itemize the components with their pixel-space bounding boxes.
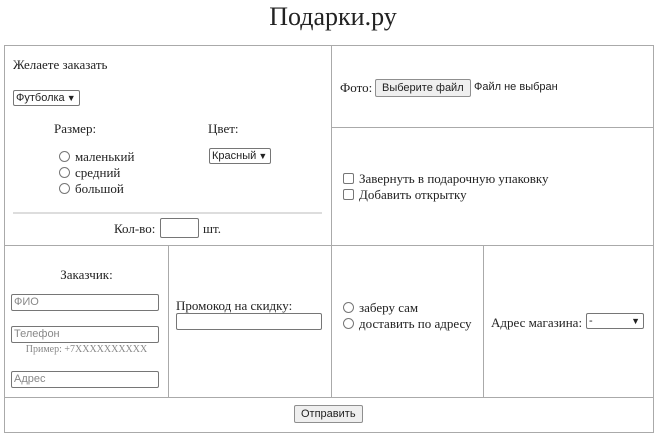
delivery-label: доставить по адресу xyxy=(359,316,472,331)
submit-button[interactable]: Отправить xyxy=(294,405,363,423)
qty-input[interactable] xyxy=(160,218,199,238)
order-cell xyxy=(4,45,332,246)
divider xyxy=(13,212,322,214)
card-label: Добавить открытку xyxy=(359,187,467,202)
phone-hint: Пример: +7XXXXXXXXXX xyxy=(25,344,148,355)
pickup-radio[interactable] xyxy=(343,302,354,313)
size-radio-medium[interactable] xyxy=(59,167,70,178)
size-option-label: средний xyxy=(75,165,121,180)
card-checkbox[interactable] xyxy=(343,189,354,200)
page-title: Подарки.ру xyxy=(269,2,397,31)
product-select[interactable]: Футболка ▼ xyxy=(13,90,80,106)
file-status: Файл не выбран xyxy=(474,81,558,93)
promo-label: Промокод на скидку: xyxy=(176,298,293,313)
size-option-label: маленький xyxy=(75,149,135,164)
store-select[interactable]: - ▼ xyxy=(586,313,644,329)
qty-label: Кол-во: xyxy=(114,221,156,236)
chevron-down-icon: ▼ xyxy=(66,93,76,103)
chevron-down-icon: ▼ xyxy=(258,151,268,161)
color-label: Цвет: xyxy=(208,121,239,136)
size-radio-small[interactable] xyxy=(59,151,70,162)
gift-wrap-label: Завернуть в подарочную упаковку xyxy=(359,171,549,186)
name-input[interactable]: ФИО xyxy=(11,294,159,311)
product-select-value: Футболка xyxy=(16,92,65,104)
promo-input[interactable] xyxy=(176,313,322,330)
gift-wrap-checkbox[interactable] xyxy=(343,173,354,184)
address-input[interactable]: Адрес xyxy=(11,371,159,388)
delivery-radio[interactable] xyxy=(343,318,354,329)
size-radio-large[interactable] xyxy=(59,183,70,194)
order-heading: Желаете заказать xyxy=(13,57,108,72)
store-select-value: - xyxy=(589,315,593,327)
pickup-label: заберу сам xyxy=(359,300,419,315)
customer-heading: Заказчик: xyxy=(60,267,113,282)
choose-file-button[interactable]: Выберите файл xyxy=(375,79,471,97)
color-select-value: Красный xyxy=(212,150,257,162)
color-select[interactable]: Красный ▼ xyxy=(209,148,272,164)
photo-label: Фото: xyxy=(340,80,373,95)
chevron-down-icon: ▼ xyxy=(631,316,640,326)
store-label: Адрес магазина: xyxy=(491,315,583,330)
size-label: Размер: xyxy=(54,121,97,136)
size-option-label: большой xyxy=(75,181,124,196)
phone-input[interactable]: Телефон xyxy=(11,326,159,343)
qty-unit: шт. xyxy=(203,221,221,236)
